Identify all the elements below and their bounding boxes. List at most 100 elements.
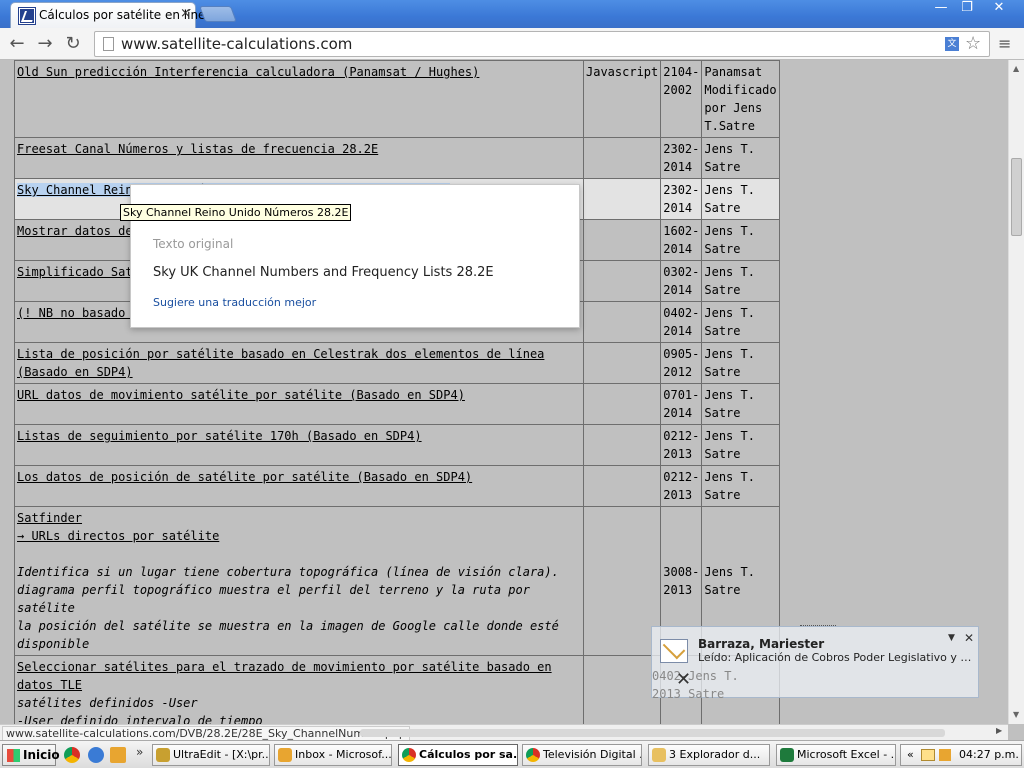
row-link-cell: Freesat Canal Números y listas de frecue… <box>14 137 584 179</box>
row-author: Jens T. Satre <box>701 465 780 507</box>
folder-icon <box>652 748 666 762</box>
horizontal-scrollbar[interactable] <box>360 729 945 737</box>
chrome-icon <box>526 748 540 762</box>
outlook-icon <box>278 748 292 762</box>
scroll-right-arrow-icon[interactable]: ▶ <box>996 726 1002 735</box>
row-date: 0212-2013 <box>660 465 703 507</box>
direct-urls-link[interactable]: → URLs directos por satélite <box>17 529 219 543</box>
minimize-button[interactable]: — <box>928 0 954 18</box>
bookmark-star-icon[interactable]: ☆ <box>965 33 981 54</box>
tab-close-icon[interactable]: × <box>180 6 191 21</box>
taskbar-item-inbox[interactable]: Inbox - Microsof... <box>274 744 392 766</box>
menu-icon[interactable]: ≡ <box>998 34 1016 53</box>
row-type <box>582 342 662 384</box>
satfinder-desc-line: Identifica si un lugar tiene cobertura t… <box>17 565 559 579</box>
row-link[interactable]: Lista de posición por satélite basado en… <box>17 347 544 379</box>
page-icon <box>103 37 114 51</box>
row-date: 0212-2013 <box>660 424 703 466</box>
close-notification-icon[interactable]: ✕ <box>964 631 974 645</box>
address-url[interactable]: www.satellite-calculations.com <box>121 35 352 53</box>
row-link[interactable]: Los datos de posición de satélite por sa… <box>17 470 472 484</box>
suggest-translation-link[interactable]: Sugiere una traducción mejor <box>153 296 316 309</box>
close-window-button[interactable]: ✕ <box>982 0 1016 18</box>
table-row: URL datos de movimiento satélite por sat… <box>14 383 780 425</box>
table-row: Los datos de posición de satélite por sa… <box>14 465 780 507</box>
row-type <box>582 137 662 179</box>
scroll-thumb[interactable] <box>1011 158 1022 236</box>
clock: 04:27 p.m. <box>959 748 1019 761</box>
tooltip: Sky Channel Reino Unido Números 28.2E <box>120 204 352 221</box>
row-type <box>582 383 662 425</box>
status-url: www.satellite-calculations.com/DVB/28.2E… <box>2 726 410 741</box>
original-text-label: Texto original <box>153 237 234 251</box>
tray-expand-icon[interactable]: « <box>907 745 914 765</box>
excel-icon <box>780 748 794 762</box>
trace-desc-line: -User definido intervalo de tiempo <box>17 714 263 724</box>
row-date: 2104-2002 <box>660 60 703 138</box>
chrome-icon[interactable] <box>64 747 80 763</box>
trace-link[interactable]: Seleccionar satélites para el trazado de… <box>17 660 552 692</box>
row-author: Jens T. Satre <box>701 137 780 179</box>
taskbar-item-explorer[interactable]: 3 Explorador d... <box>648 744 770 766</box>
row-link[interactable]: URL datos de movimiento satélite por sat… <box>17 388 465 402</box>
translate-icon[interactable]: 文 <box>945 37 959 51</box>
dropdown-icon[interactable]: ▼ <box>948 633 955 643</box>
row-link[interactable]: Listas de seguimiento por satélite 170h … <box>17 429 422 443</box>
taskbar-item-television[interactable]: Televisión Digital ... <box>522 744 642 766</box>
address-bar[interactable]: www.satellite-calculations.com 文 ☆ <box>94 31 990 57</box>
row-date: 0402-2014 <box>660 301 703 343</box>
row-link[interactable]: Freesat Canal Números y listas de frecue… <box>17 142 378 156</box>
notification-grip[interactable] <box>800 625 836 628</box>
row-author: Jens T. Satre <box>701 178 780 220</box>
outlook-tray-icon[interactable] <box>939 749 951 761</box>
quick-launch-more-icon[interactable]: » <box>136 745 143 759</box>
taskbar-item-excel[interactable]: Microsoft Excel - ... <box>776 744 896 766</box>
table-row: Old Sun predicción Interferencia calcula… <box>14 60 780 138</box>
chrome-icon <box>402 748 416 762</box>
scroll-down-arrow-icon[interactable]: ▼ <box>1013 710 1019 719</box>
satfinder-cell: Satfinder → URLs directos por satélite Ide… <box>14 506 584 656</box>
row-author: Jens T. Satre <box>701 383 780 425</box>
flag-icon[interactable]: ✕ <box>676 669 691 690</box>
row-type <box>582 219 662 261</box>
outlook-notification[interactable]: Barraza, Mariester Leído: Aplicación de … <box>651 625 979 701</box>
row-link-cell: Listas de seguimiento por satélite 170h … <box>14 424 584 466</box>
internet-explorer-icon[interactable] <box>88 747 104 763</box>
notification-background-text: 0402-Jens T. 2013 Satre <box>652 669 739 701</box>
start-button[interactable]: Inicio <box>2 744 60 766</box>
back-arrow-icon[interactable]: ← <box>6 33 28 55</box>
taskbar-item-calculos[interactable]: Cálculos por sa... <box>398 744 518 766</box>
row-author: Jens T. Satre <box>701 342 780 384</box>
taskbar-item-ultraedit[interactable]: UltraEdit - [X:\pr... <box>152 744 270 766</box>
forward-arrow-icon[interactable]: → <box>34 33 56 55</box>
browser-toolbar: ← → ↻ www.satellite-calculations.com 文 ☆… <box>0 28 1024 60</box>
notification-subject[interactable]: Leído: Aplicación de Cobros Poder Legisl… <box>698 651 974 664</box>
satfinder-link[interactable]: Satfinder <box>17 511 82 525</box>
table-row: Lista de posición por satélite basado en… <box>14 342 780 384</box>
reload-icon[interactable]: ↻ <box>62 33 84 55</box>
row-type <box>582 178 662 220</box>
new-tab-button[interactable] <box>199 6 237 22</box>
original-text: Sky UK Channel Numbers and Frequency Lis… <box>153 265 494 280</box>
row-link-cell: Los datos de posición de satélite por sa… <box>14 465 584 507</box>
vertical-scrollbar[interactable]: ▲ ▼ <box>1008 60 1024 724</box>
row-type <box>582 260 662 302</box>
system-tray: « 04:27 p.m. <box>900 744 1022 766</box>
mail-icon[interactable] <box>921 749 935 761</box>
scroll-up-arrow-icon[interactable]: ▲ <box>1013 64 1019 73</box>
browser-tab[interactable]: Cálculos por satélite en línea × <box>10 2 213 28</box>
row-author: Jens T. Satre <box>701 424 780 466</box>
notification-sender: Barraza, Mariester <box>698 637 825 651</box>
row-date: 0701-2014 <box>660 383 703 425</box>
row-author: Jens T. Satre <box>701 219 780 261</box>
row-type <box>582 655 662 724</box>
trace-desc-line: satélites definidos -User <box>17 696 198 710</box>
row-link[interactable]: Old Sun predicción Interferencia calcula… <box>17 65 479 79</box>
taskbar: Inicio » UltraEdit - [X:\pr... Inbox - M… <box>0 740 1024 768</box>
row-link-cell: URL datos de movimiento satélite por sat… <box>14 383 584 425</box>
row-type: Javascript <box>582 60 662 138</box>
outlook-icon[interactable] <box>110 747 126 763</box>
row-date: 1602-2014 <box>660 219 703 261</box>
maximize-button[interactable]: ❐ <box>954 0 980 18</box>
calculations-table: Old Sun predicción Interferencia calcula… <box>14 60 780 724</box>
